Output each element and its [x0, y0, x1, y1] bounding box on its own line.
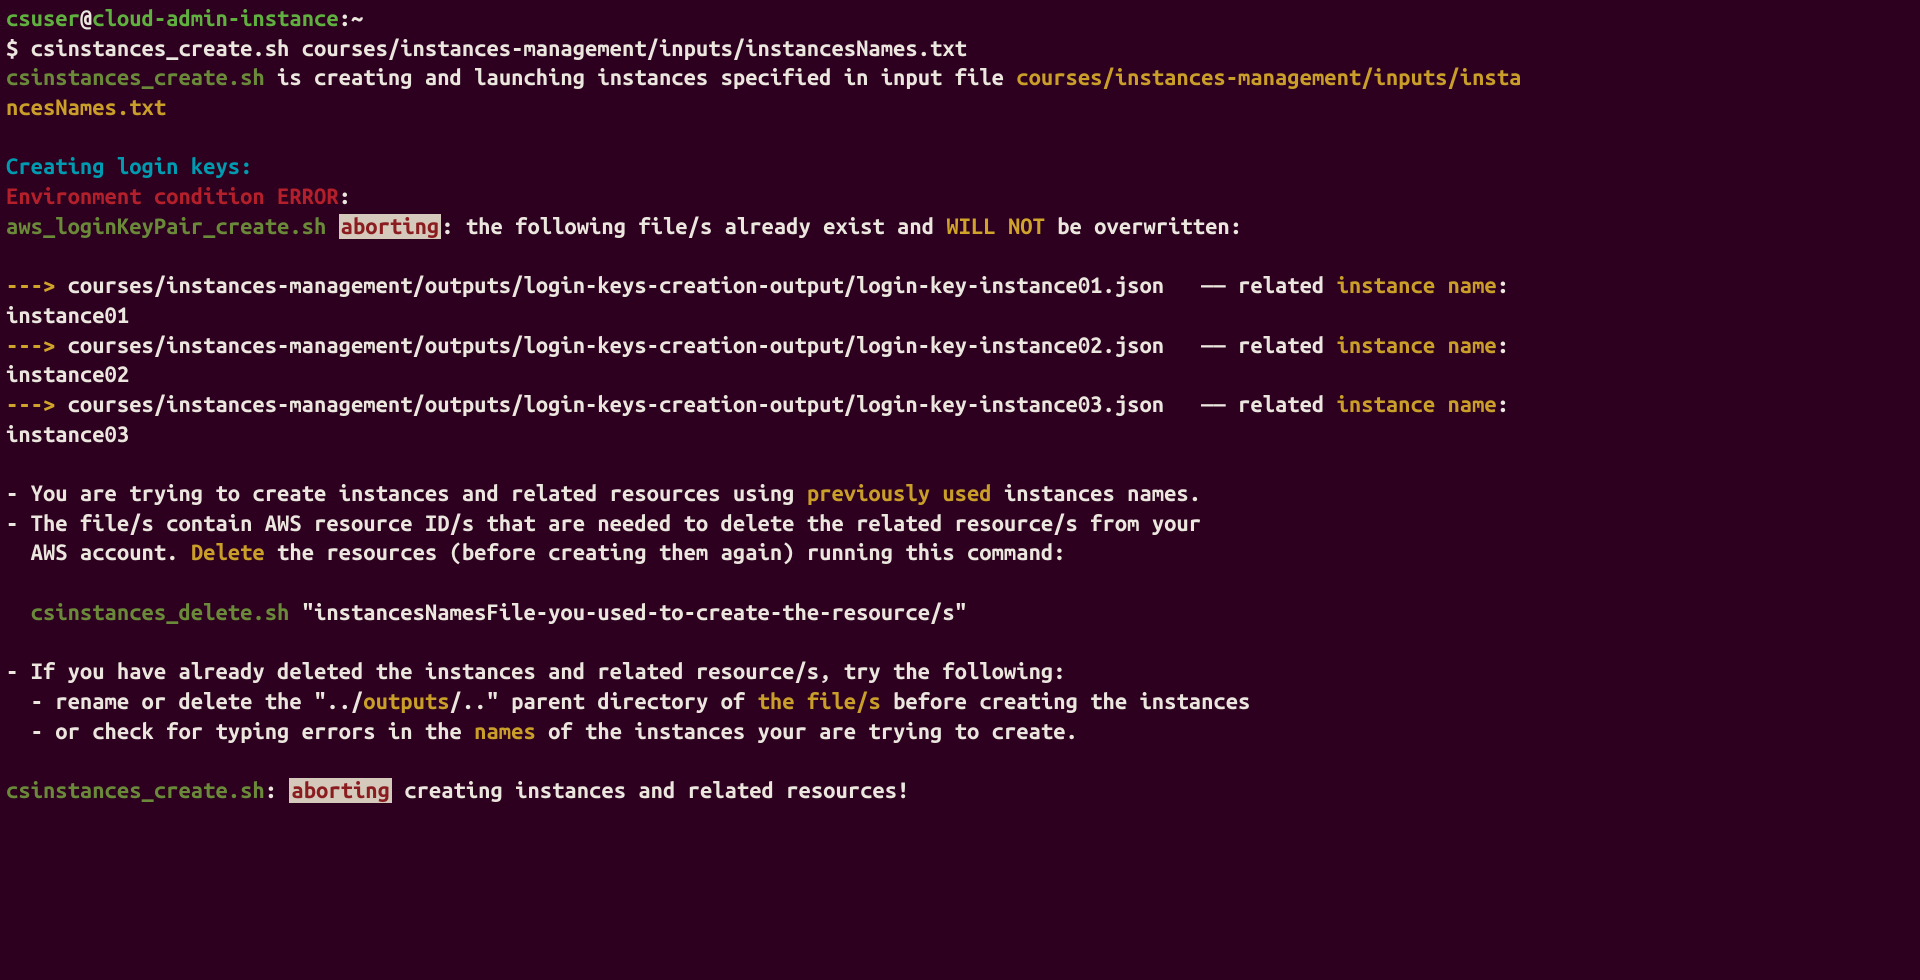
- instance-label: instance name: [1337, 273, 1497, 298]
- abort-word: aborting: [289, 778, 392, 803]
- bullet: - The file/s contain AWS resource ID/s t…: [6, 511, 1201, 536]
- final-msg: creating instances and related resources…: [392, 778, 909, 803]
- arrow-icon: --->: [6, 392, 55, 417]
- file-path: courses/instances-management/outputs/log…: [55, 392, 1336, 417]
- prompt-host: cloud-admin-instance: [92, 6, 338, 31]
- section-heading: Creating login keys:: [6, 154, 252, 179]
- instance-name: instance03: [6, 422, 129, 447]
- prompt-at: @: [80, 6, 92, 31]
- suggested-cmd-arg: "instancesNamesFile-you-used-to-create-t…: [289, 600, 967, 625]
- bullet: - If you have already deleted the instan…: [6, 659, 1066, 684]
- highlight: names: [474, 719, 536, 744]
- bullet: - You are trying to create instances and…: [6, 481, 807, 506]
- abort-script: aws_loginKeyPair_create.sh: [6, 214, 326, 239]
- launch-script: csinstances_create.sh: [6, 65, 265, 90]
- abort-tail: be overwritten:: [1045, 214, 1242, 239]
- willnot: WILL NOT: [946, 214, 1045, 239]
- error-label: Environment condition ERROR: [6, 184, 339, 209]
- highlight: outputs: [363, 689, 449, 714]
- highlight: the file/s: [758, 689, 881, 714]
- arrow-icon: --->: [6, 333, 55, 358]
- launch-mid: is creating and launching instances spec…: [265, 65, 1017, 90]
- highlight: Delete: [191, 540, 265, 565]
- prompt-dollar: $: [6, 36, 31, 61]
- instance-label: instance name: [1337, 333, 1497, 358]
- final-script: csinstances_create.sh: [6, 778, 265, 803]
- prompt-user: csuser: [6, 6, 80, 31]
- prompt: csuser@cloud-admin-instance:~: [6, 6, 363, 31]
- abort-word: aborting: [339, 214, 442, 239]
- command-text: csinstances_create.sh courses/instances-…: [31, 36, 967, 61]
- error-colon: :: [339, 184, 351, 209]
- abort-mid: : the following file/s already exist and: [441, 214, 946, 239]
- suggested-cmd-script: csinstances_delete.sh: [31, 600, 290, 625]
- sub-bullet: - or check for typing errors in the: [6, 719, 474, 744]
- arrow-icon: --->: [6, 273, 55, 298]
- highlight: previously used: [807, 481, 992, 506]
- instance-name: instance01: [6, 303, 129, 328]
- file-path: courses/instances-management/outputs/log…: [55, 333, 1336, 358]
- instance-label: instance name: [1337, 392, 1497, 417]
- sub-bullet: - rename or delete the "../: [6, 689, 363, 714]
- prompt-path: :~: [339, 6, 364, 31]
- instance-name: instance02: [6, 362, 129, 387]
- terminal-output[interactable]: csuser@cloud-admin-instance:~ $ csinstan…: [6, 4, 1530, 806]
- file-path: courses/instances-management/outputs/log…: [55, 273, 1336, 298]
